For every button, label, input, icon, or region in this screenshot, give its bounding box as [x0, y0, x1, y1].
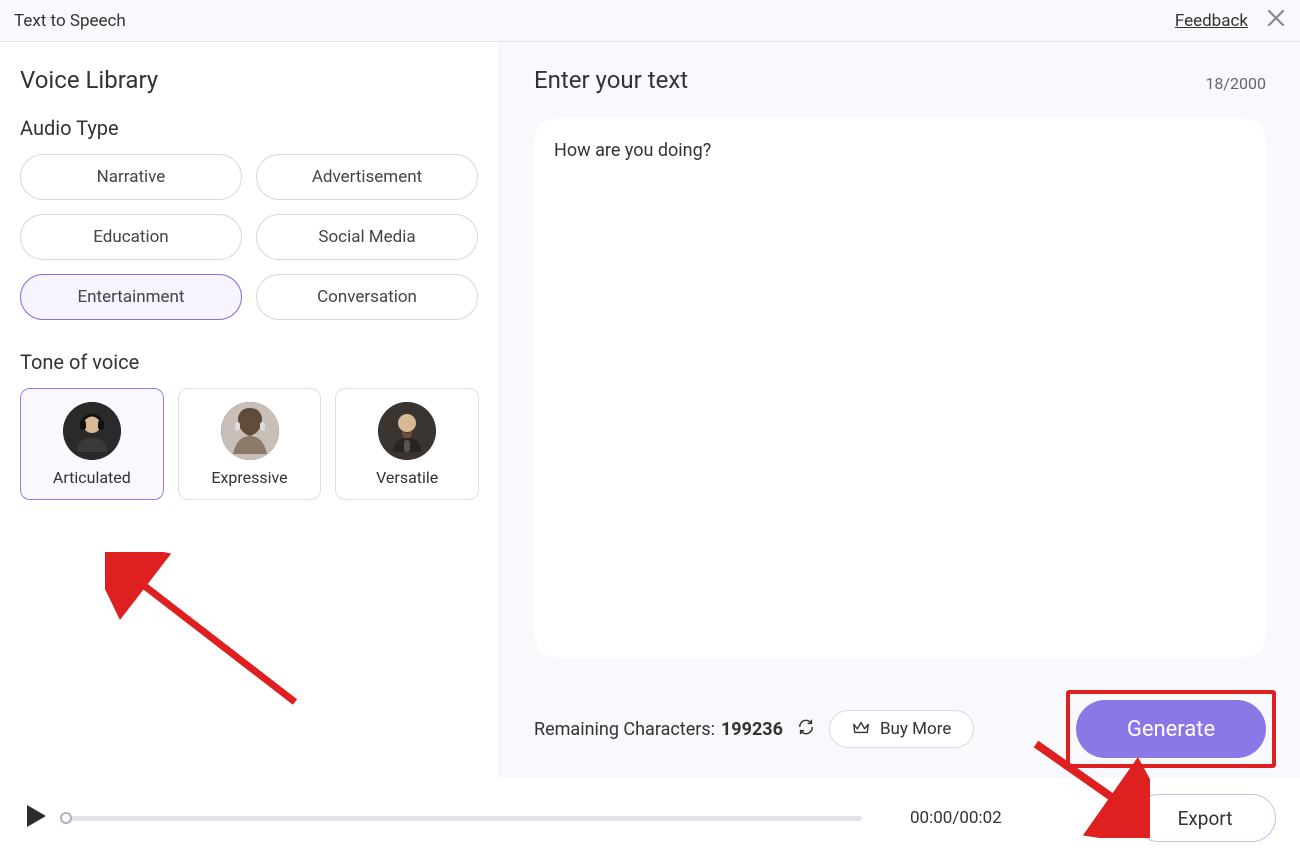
- audio-type-grid: Narrative Advertisement Education Social…: [20, 154, 479, 320]
- progress-thumb[interactable]: [60, 812, 72, 824]
- remaining-label: Remaining Characters:: [534, 719, 715, 740]
- audio-type-label: Audio Type: [20, 116, 479, 140]
- tone-articulated-label: Articulated: [53, 468, 131, 487]
- buy-more-button[interactable]: Buy More: [829, 710, 974, 748]
- buy-more-label: Buy More: [880, 719, 951, 739]
- text-content: How are you doing?: [554, 140, 1246, 161]
- play-icon[interactable]: [24, 803, 48, 833]
- avatar-versatile: [378, 402, 436, 460]
- audio-type-advertisement[interactable]: Advertisement: [256, 154, 478, 200]
- tone-expressive[interactable]: Expressive: [178, 388, 322, 500]
- progress-slider[interactable]: [66, 816, 862, 821]
- app-title: Text to Speech: [14, 11, 126, 31]
- audio-type-entertainment[interactable]: Entertainment: [20, 274, 242, 320]
- enter-text-title: Enter your text: [534, 66, 1266, 94]
- remaining-characters: Remaining Characters: 199236 Buy More: [534, 710, 974, 748]
- remaining-value: 199236: [721, 719, 783, 740]
- text-input[interactable]: How are you doing?: [534, 118, 1266, 658]
- audio-type-conversation[interactable]: Conversation: [256, 274, 478, 320]
- avatar-expressive: [221, 402, 279, 460]
- generate-button[interactable]: Generate: [1076, 700, 1266, 758]
- tone-label: Tone of voice: [20, 350, 479, 374]
- close-icon[interactable]: [1266, 8, 1286, 34]
- audio-type-narrative[interactable]: Narrative: [20, 154, 242, 200]
- generate-wrap: Generate: [1076, 700, 1266, 758]
- header-bar: Text to Speech Feedback: [0, 0, 1300, 42]
- crown-icon: [852, 718, 870, 741]
- tone-articulated[interactable]: Articulated: [20, 388, 164, 500]
- header-right: Feedback: [1175, 8, 1286, 34]
- audio-type-education[interactable]: Education: [20, 214, 242, 260]
- action-row: Remaining Characters: 199236 Buy More Ge…: [534, 700, 1266, 778]
- annotation-arrow-tone: [105, 552, 305, 712]
- player-bar: 00:00/00:02 Export: [0, 778, 1300, 858]
- time-display: 00:00/00:02: [910, 808, 1002, 828]
- tone-versatile[interactable]: Versatile: [335, 388, 479, 500]
- refresh-icon[interactable]: [797, 718, 815, 741]
- tone-row: Articulated Expressive Versatile: [20, 388, 479, 500]
- feedback-link[interactable]: Feedback: [1175, 11, 1248, 31]
- voice-library-title: Voice Library: [20, 66, 479, 94]
- voice-library-panel: Voice Library Audio Type Narrative Adver…: [0, 42, 500, 778]
- tone-expressive-label: Expressive: [211, 468, 287, 487]
- text-panel: Enter your text How are you doing? 18/20…: [500, 42, 1300, 778]
- char-count: 18/2000: [1205, 74, 1266, 93]
- audio-type-social-media[interactable]: Social Media: [256, 214, 478, 260]
- avatar-articulated: [63, 402, 121, 460]
- tone-versatile-label: Versatile: [376, 468, 438, 487]
- export-button[interactable]: Export: [1134, 794, 1276, 842]
